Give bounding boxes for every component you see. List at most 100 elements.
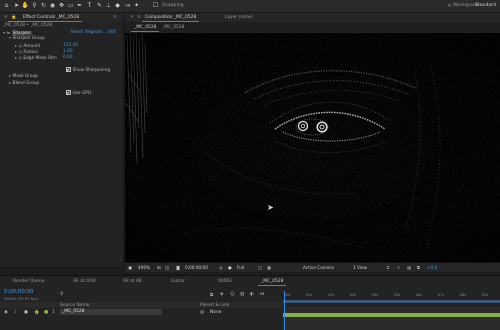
resolution-select[interactable]: Full: [237, 265, 244, 270]
tab-layer[interactable]: Layer (none): [222, 13, 256, 22]
camera-select[interactable]: Active Camera: [303, 265, 334, 270]
group-label: Mask Group: [12, 74, 39, 79]
current-time[interactable]: 0;00;00;00: [185, 265, 208, 270]
subtab-comp[interactable]: _MC_0528: [131, 23, 160, 32]
home-icon[interactable]: ⌂: [3, 2, 10, 9]
pan-behind-icon[interactable]: ✥: [58, 2, 65, 9]
layer-duration-bar[interactable]: [283, 313, 500, 317]
show-sharpening-row[interactable]: Show Sharpening: [66, 67, 110, 73]
group-disclosure-icon[interactable]: [9, 81, 11, 84]
group-disclosure-icon[interactable]: [9, 36, 11, 39]
audio-icon[interactable]: ♪: [14, 310, 17, 315]
toggle-pixel-icon[interactable]: ⌗: [387, 265, 389, 270]
tab-comp-ae-04[interactable]: AE at 0;04: [70, 277, 99, 286]
rotate-icon[interactable]: ↻: [40, 2, 47, 9]
composition-viewer[interactable]: ➤: [125, 33, 500, 262]
stopwatch-icon[interactable]: ◷: [19, 55, 22, 61]
tab-comp-00063[interactable]: 00063: [215, 277, 235, 286]
always-preview-icon[interactable]: ▣: [128, 265, 132, 270]
use-gpu-checkbox[interactable]: [66, 90, 71, 95]
pen-icon[interactable]: ✒: [76, 2, 83, 9]
graph-editor-icon[interactable]: ⋈: [260, 292, 264, 297]
edge-image: [125, 33, 500, 262]
use-gpu-row[interactable]: Use GPU: [66, 90, 91, 96]
hand-icon[interactable]: ✋: [22, 2, 29, 9]
puppet-icon[interactable]: ✦: [133, 2, 140, 9]
ruler-tick: 08s: [460, 293, 467, 297]
timeline-timecode[interactable]: 0;00;00;00: [4, 289, 33, 295]
mouse-cursor-icon: ➤: [267, 203, 274, 212]
view-layout-select[interactable]: 1 View: [353, 265, 367, 270]
snapping-toggle-icon[interactable]: ☐: [152, 2, 159, 9]
group-sharpen[interactable]: Sharpen Group: [9, 36, 45, 42]
eye-icon[interactable]: ◉: [4, 310, 8, 315]
magnification-select[interactable]: 400%: [138, 265, 150, 270]
workspace-value[interactable]: Standard: [475, 3, 496, 8]
source-name-header[interactable]: Source Name: [60, 303, 89, 308]
viewer-footer: ▣ 400% ⊞ ◫ ◙ 0;00;00;00 ◎ ● Full ▢ ▦ Act…: [125, 262, 500, 272]
ruler-tick: 05s: [394, 293, 401, 297]
snapping-label[interactable]: Snapping: [162, 3, 184, 8]
group-disclosure-icon[interactable]: [9, 74, 11, 77]
brush-icon[interactable]: ✎: [96, 2, 103, 9]
pickwhip-icon[interactable]: @: [200, 310, 204, 315]
solo-icon[interactable]: ●: [24, 310, 28, 315]
ruler-tick: 04s: [372, 293, 379, 297]
expand-icon[interactable]: »: [446, 2, 453, 9]
group-blend[interactable]: Blend Group: [9, 81, 39, 87]
camera-snapshot-icon[interactable]: ◎: [219, 265, 223, 270]
register-link[interactable]: Register...: [85, 30, 106, 36]
param-value[interactable]: 0.00: [63, 55, 73, 61]
layer-name[interactable]: _MC_0528: [60, 309, 162, 315]
parent-header[interactable]: Parent & Link: [200, 303, 229, 308]
tab-effect-controls[interactable]: Effect Controls _MC_0528: [20, 13, 83, 22]
clone-stamp-icon[interactable]: ⊥: [105, 2, 112, 9]
tab-comp-ae-48[interactable]: AE at 48: [120, 277, 145, 286]
effect-disclosure-icon[interactable]: [3, 31, 5, 34]
effect-extra-link[interactable]: 000: [108, 30, 116, 36]
roto-brush-icon[interactable]: ↝: [124, 2, 131, 9]
frame-blend-icon[interactable]: ▥: [240, 292, 244, 297]
region-icon[interactable]: ▢: [258, 265, 262, 270]
comp-flowchart-icon[interactable]: ⧉: [210, 292, 213, 298]
parent-select[interactable]: None: [210, 310, 221, 315]
panel-menu-icon[interactable]: ≡: [110, 13, 120, 22]
mask-icon[interactable]: ▭: [67, 2, 74, 9]
mask-visibility-icon[interactable]: ◫: [165, 265, 169, 270]
work-area-bar[interactable]: [283, 300, 500, 303]
tab-render-queue[interactable]: Render Queue: [10, 277, 47, 286]
camera-icon[interactable]: ◉: [49, 2, 56, 9]
current-time-indicator[interactable]: [284, 291, 285, 330]
shy-icon[interactable]: ☺: [230, 292, 235, 297]
channel-icon[interactable]: ●: [228, 265, 232, 270]
group-mask[interactable]: Mask Group: [9, 74, 38, 80]
selection-icon[interactable]: ➤: [13, 2, 20, 9]
timeline-icon[interactable]: ▤: [407, 265, 411, 270]
param-disclosure-icon[interactable]: [15, 44, 17, 47]
eraser-icon[interactable]: ◆: [114, 2, 121, 9]
param-disclosure-icon[interactable]: [15, 50, 17, 53]
layer-row[interactable]: ◉ ♪ ● 🔒 ■ 1 _MC_0528 @ None: [0, 309, 283, 316]
transparency-grid-icon[interactable]: ▦: [267, 265, 271, 270]
motion-blur-icon[interactable]: ◐: [250, 292, 254, 297]
show-sharpening-checkbox[interactable]: [66, 67, 71, 72]
grid-icon[interactable]: ⊞: [157, 265, 161, 270]
tab-comp-guitar[interactable]: Guitar: [168, 277, 188, 286]
tab-comp-mc0528[interactable]: _MC_0528: [258, 277, 287, 286]
subtab-comp-2[interactable]: _MC_0528: [159, 23, 187, 32]
flowchart-icon[interactable]: ⧉: [417, 265, 420, 270]
ruler-tick: 06s: [416, 293, 423, 297]
zoom-icon[interactable]: ⚲: [31, 2, 38, 9]
label-color-icon[interactable]: ■: [44, 310, 48, 315]
snapshot-icon[interactable]: ◙: [176, 265, 180, 270]
reset-link[interactable]: Reset: [71, 30, 83, 36]
type-icon[interactable]: T: [86, 2, 93, 9]
draft-3d-icon[interactable]: ◈: [220, 292, 223, 297]
tab-composition[interactable]: Composition _MC_0528: [142, 13, 200, 22]
layer-lock-icon[interactable]: 🔒: [34, 310, 39, 315]
search-icon[interactable]: ⚲: [60, 292, 63, 297]
layer-track-area[interactable]: [283, 307, 500, 330]
exposure-value[interactable]: +0.0: [427, 265, 437, 270]
fast-preview-icon[interactable]: ⚡: [397, 265, 400, 270]
param-disclosure-icon[interactable]: [15, 56, 17, 59]
